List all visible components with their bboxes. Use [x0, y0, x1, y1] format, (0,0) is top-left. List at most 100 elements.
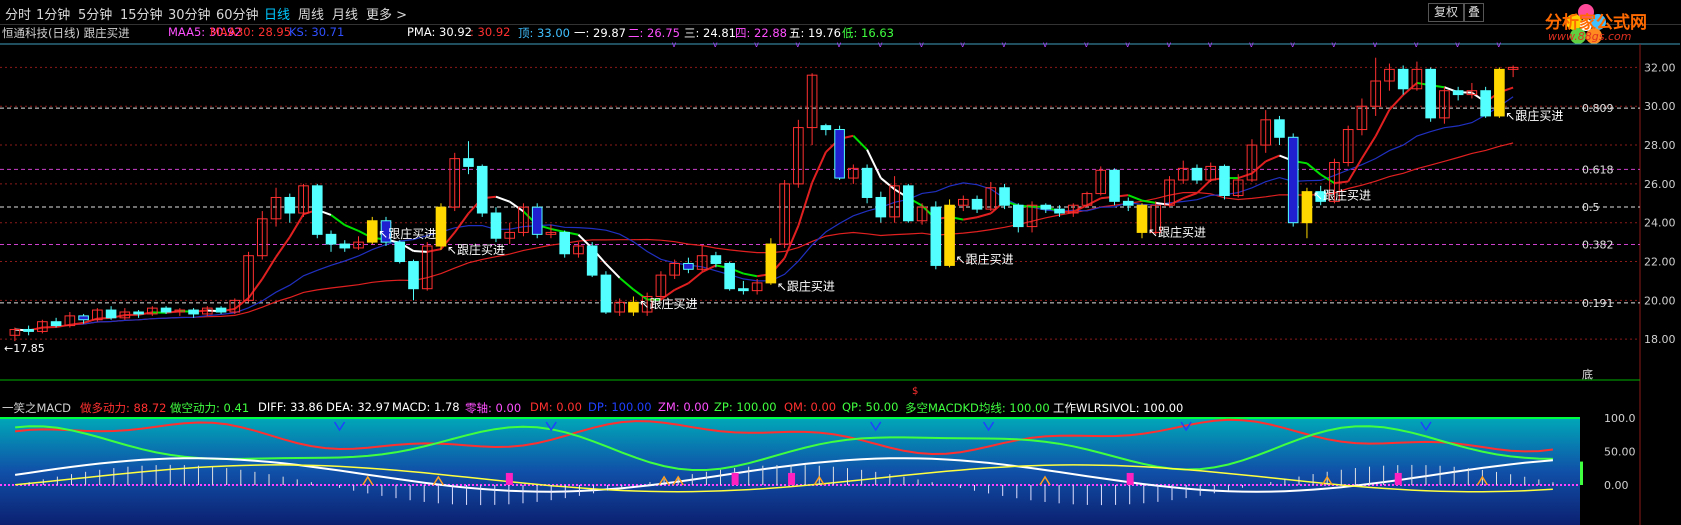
ma-short-segment: [1347, 157, 1363, 183]
ma-short-segment: [1334, 180, 1349, 185]
candle-body: [1480, 90, 1491, 117]
candle-body: [325, 233, 337, 245]
fib-level-label: 0.382: [1582, 238, 1614, 251]
candle-body: [724, 262, 735, 290]
candle-body: [1219, 165, 1230, 197]
buy-signal-label: ↖跟庄买进: [447, 242, 505, 257]
ma-short-segment: [1196, 179, 1212, 194]
dm-value: DM: 0.00: [530, 400, 582, 414]
top-marker-icon: v: [754, 40, 759, 49]
price-tick-label: 28.00: [1644, 139, 1676, 152]
candle-body: [999, 187, 1010, 206]
candle-body: [1274, 119, 1285, 138]
fib-level-label: 0.618: [1582, 163, 1614, 176]
top-marker-icon: v: [960, 40, 965, 49]
ma-short-segment: [427, 248, 442, 253]
top-marker-icon: v: [1249, 40, 1254, 49]
ma-short-segment: [783, 225, 800, 259]
ma-short-segment: [852, 135, 868, 151]
price-tick-label: 18.00: [1644, 333, 1676, 346]
dea-value: DEA: 32.97: [326, 400, 391, 414]
ma-short-segment: [550, 227, 565, 233]
candle-body: [435, 206, 447, 247]
sub-magenta-bar: [1126, 472, 1134, 485]
candle-body: [738, 288, 749, 292]
ma-short-segment: [261, 256, 277, 280]
ma-short-segment: [743, 272, 758, 278]
diff-value: DIFF: 33.86: [258, 400, 324, 414]
candle-body: [559, 231, 571, 255]
ma-short-segment: [1141, 199, 1156, 204]
candle-body: [875, 196, 887, 218]
candle-body: [1287, 136, 1299, 224]
candle-body: [339, 243, 351, 249]
candle-body: [463, 158, 474, 167]
dk-value: 多空MACDKD均线: 100.00: [905, 401, 1050, 415]
ma-short-segment: [976, 212, 992, 219]
ma-short-segment: [1388, 94, 1404, 111]
top-marker-icon: v: [672, 40, 677, 49]
candle-body: [133, 311, 144, 315]
duo-value: 做多动力: 88.72: [80, 401, 167, 415]
price-tick-label: 30.00: [1644, 100, 1676, 113]
candle-body: [1109, 169, 1120, 202]
candle-body: [188, 309, 199, 315]
sub-title: 一笑之MACD: [2, 401, 71, 415]
ma-short-segment: [880, 177, 896, 191]
sub-magenta-bar: [505, 472, 513, 485]
candle-body: [765, 243, 777, 284]
candle-body: [311, 185, 323, 235]
candle-body: [1397, 68, 1409, 90]
candle-body: [1425, 68, 1436, 119]
dp-value: DP: 100.00: [588, 400, 652, 414]
buy-signal-label: ↖跟庄买进: [1313, 187, 1371, 202]
kline-chart[interactable]: 32.00 30.00 28.00 26.00 24.00 22.00 20.00 18.00…: [0, 0, 1681, 525]
candle-body: [683, 262, 694, 270]
ma-short-segment: [247, 278, 264, 299]
candle-body: [944, 204, 955, 266]
ma-short-segment: [1251, 160, 1267, 175]
sub-end-bar: [1580, 461, 1583, 485]
candle-body: [1054, 208, 1065, 214]
candle-body: [1191, 167, 1203, 181]
sub-magenta-bar: [731, 472, 739, 485]
buy-signal-label: ↖跟庄买进: [1148, 224, 1206, 239]
top-marker-icon: v: [1496, 40, 1501, 49]
low-price-marker: ←17.85: [4, 342, 45, 355]
candle-body: [105, 309, 117, 319]
candle-body: [215, 307, 227, 313]
top-marker-icon: v: [1043, 40, 1048, 49]
top-marker-icon: v: [1414, 40, 1419, 49]
ma-short-segment: [495, 195, 511, 203]
candle-body: [1494, 68, 1505, 117]
buy-signal-label: ↖跟庄买进: [639, 296, 697, 311]
ma-short-segment: [1361, 135, 1377, 159]
top-marker-icon: v: [1373, 40, 1378, 49]
candle-body: [284, 196, 296, 214]
macd-value: MACD: 1.78: [392, 400, 460, 414]
candle-body: [23, 328, 34, 332]
ma-short-segment: [1237, 172, 1253, 180]
candle-body: [1040, 204, 1052, 210]
sub-panel-background: [0, 418, 1580, 525]
top-marker-icon: v: [1002, 40, 1007, 49]
ma-short-segment: [963, 216, 978, 221]
price-tick-label: 26.00: [1644, 178, 1676, 191]
ma-short-segment: [701, 264, 717, 273]
fib-level-label: 0.809: [1582, 102, 1614, 115]
candle-body: [1122, 200, 1134, 206]
candle-body: [586, 245, 598, 276]
top-marker-icon: v: [1084, 40, 1089, 49]
candle-body: [628, 301, 639, 313]
ma-short-segment: [1086, 197, 1102, 207]
top-marker-icon: v: [1455, 40, 1460, 49]
candle-body: [903, 185, 914, 222]
top-marker-icon: v: [1166, 40, 1171, 49]
ma-short-segment: [275, 236, 291, 258]
top-marker-icon: v: [1331, 40, 1336, 49]
price-tick-label: 22.00: [1644, 256, 1676, 269]
ma-short-segment: [413, 250, 428, 253]
zp-value: ZP: 100.00: [714, 400, 777, 414]
ma-short-segment: [1127, 194, 1143, 202]
ma-short-segment: [344, 224, 359, 232]
